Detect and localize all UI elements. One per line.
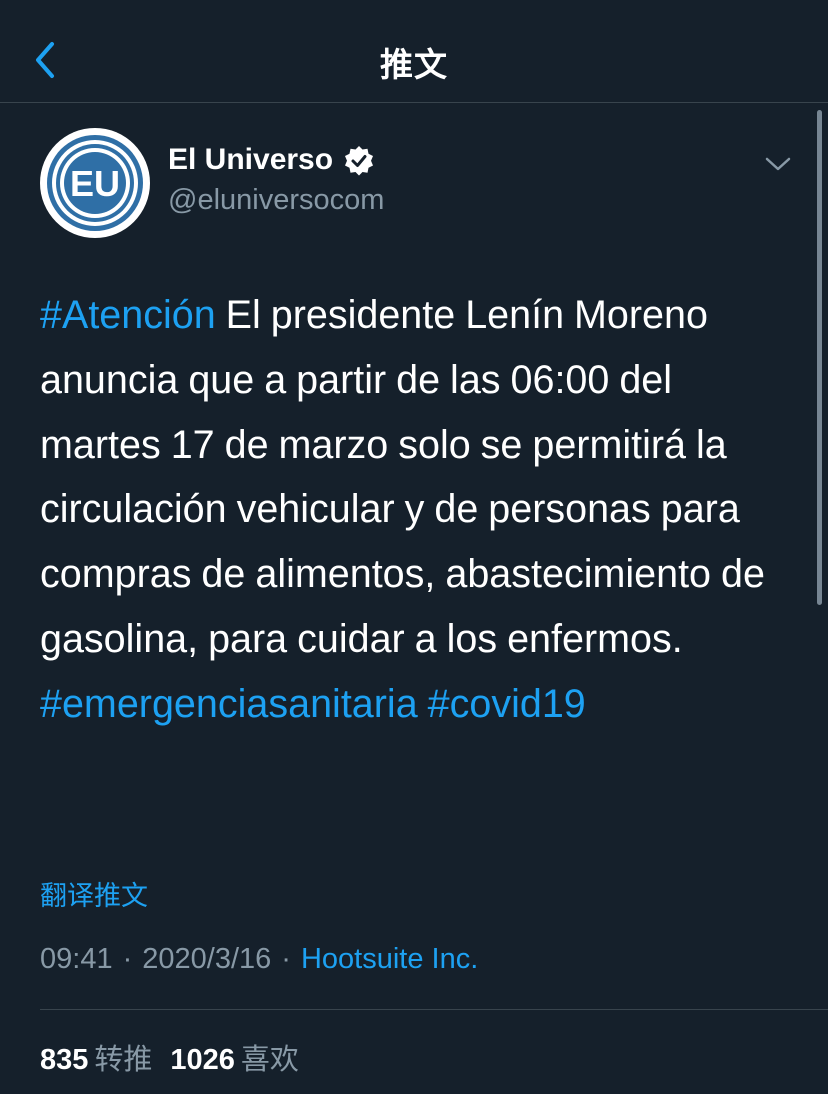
tweet-space xyxy=(418,682,428,726)
divider xyxy=(40,1009,828,1010)
tweet-stats: 835 转推 1026 喜欢 xyxy=(40,1036,299,1078)
retweets-stat[interactable]: 835 转推 xyxy=(40,1042,153,1076)
hashtag-link[interactable]: #covid19 xyxy=(428,682,586,726)
tweet-meta: 09:41 · 2020/3/16 · Hootsuite Inc. xyxy=(40,943,478,976)
likes-label: 喜欢 xyxy=(240,1042,299,1076)
avatar-logo-text: EU xyxy=(70,163,120,204)
tweet-body-text: El presidente Lenín Moreno anuncia que a… xyxy=(40,293,765,661)
nav-header: 推文 xyxy=(0,0,828,103)
author-handle[interactable]: @eluniversocom xyxy=(168,184,384,217)
tweet-source-link[interactable]: Hootsuite Inc. xyxy=(301,943,478,975)
avatar[interactable]: EU xyxy=(40,128,150,238)
tweet-time: 09:41 xyxy=(40,943,113,975)
meta-separator: · xyxy=(281,943,291,975)
tweet-text: #Atención El presidente Lenín Moreno anu… xyxy=(40,283,800,737)
tweet-date: 2020/3/16 xyxy=(142,943,272,975)
chevron-down-icon xyxy=(765,157,791,171)
verified-badge-icon xyxy=(343,145,375,177)
hashtag-link[interactable]: #emergenciasanitaria xyxy=(40,682,418,726)
scrollbar[interactable] xyxy=(817,110,822,605)
likes-stat[interactable]: 1026 喜欢 xyxy=(170,1042,299,1076)
translate-tweet-link[interactable]: 翻译推文 xyxy=(40,874,148,913)
author-name[interactable]: El Universo xyxy=(168,143,333,177)
meta-separator: · xyxy=(122,943,133,975)
hashtag-link[interactable]: #Atención xyxy=(40,293,216,337)
retweets-count: 835 xyxy=(40,1044,89,1076)
retweets-label: 转推 xyxy=(94,1042,153,1076)
more-options-button[interactable] xyxy=(763,152,793,176)
page-title: 推文 xyxy=(380,45,448,84)
likes-count: 1026 xyxy=(170,1044,235,1076)
